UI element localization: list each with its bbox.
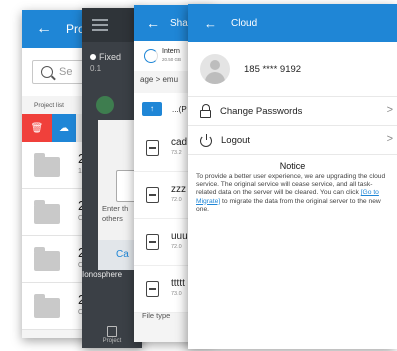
notice-title: Notice [279, 161, 306, 171]
file-sub: 72.0 [171, 244, 182, 250]
dialog-text-line1: Enter th [102, 204, 129, 213]
file-icon [146, 187, 159, 203]
chevron-right-icon: > [386, 133, 393, 145]
file-name: ttttt [171, 278, 185, 289]
logout-item[interactable]: Logout > [188, 126, 397, 155]
power-icon [200, 133, 213, 147]
gnss-icon [96, 96, 114, 114]
folder-icon [34, 294, 60, 318]
storage-name: Intern [162, 48, 180, 55]
notice-text: To provide a better user experience, we … [196, 173, 389, 214]
cloud-screen: ← Cloud 185 **** 9192 Change Passwords >… [188, 4, 397, 349]
change-passwords-label: Change Passwords [220, 105, 303, 117]
cloud-upload-icon: ☁ [59, 122, 69, 134]
bottom-nav-label: Project [102, 338, 122, 344]
cloud-title: Cloud [231, 17, 258, 29]
notice-text-part1: To provide a better user experience, we … [196, 173, 386, 197]
notice-text-part2: to migrate the data from the original se… [196, 197, 381, 213]
status-dot-icon [90, 54, 96, 60]
parent-folder-label: ...(P [172, 104, 187, 114]
bottom-nav-project[interactable]: Project [82, 326, 142, 348]
ionosphere-label: Ionosphere [82, 270, 123, 279]
file-icon [146, 234, 159, 250]
storage-usage-icon [144, 49, 158, 63]
file-name: cad [171, 137, 188, 148]
fix-value: 0.1 [90, 64, 102, 73]
project-icon [107, 326, 117, 337]
folder-icon [34, 153, 60, 177]
cloud-header: ← Cloud [188, 4, 397, 42]
fix-status: Fixed [82, 42, 142, 62]
delete-button[interactable]: 🗑 [22, 114, 52, 142]
storage-sub: 20.50 GB [162, 57, 182, 62]
file-name: uuu [171, 231, 188, 242]
folder-up-icon: ↑ [142, 102, 162, 116]
dialog-text: Enter th others [102, 204, 128, 224]
fix-status-label: Fixed [99, 52, 122, 62]
user-info: 185 **** 9192 [188, 42, 397, 97]
back-arrow-icon[interactable]: ← [36, 20, 60, 38]
search-placeholder: Se [59, 66, 73, 78]
folder-icon [34, 200, 60, 224]
file-sub: 73.2 [171, 150, 182, 156]
dialog-text-line2: others [102, 214, 123, 223]
file-type-label[interactable]: File type [142, 311, 170, 320]
file-sub: 72.0 [171, 197, 182, 203]
back-arrow-icon[interactable]: ← [146, 15, 160, 31]
menu-header [82, 8, 142, 42]
screen: ← Pro Se Project list 🗑 ☁ Co 21 2C 2C [0, 0, 397, 351]
file-name: zzz [171, 184, 186, 195]
folder-icon [34, 247, 60, 271]
side-menu-screen: Fixed 0.1 Enter th others Ca Ionosphere P… [82, 8, 142, 348]
trash-icon: 🗑 [30, 122, 44, 134]
file-sub: 73.0 [171, 291, 182, 297]
phone-number: 185 **** 9192 [244, 63, 302, 75]
share-title: Sha [170, 17, 188, 29]
chevron-right-icon: > [386, 104, 393, 116]
logout-label: Logout [221, 134, 251, 146]
search-icon [41, 66, 53, 78]
back-arrow-icon[interactable]: ← [204, 16, 217, 31]
avatar [200, 54, 230, 84]
lock-icon [200, 104, 212, 118]
file-icon [146, 140, 159, 156]
change-passwords-item[interactable]: Change Passwords > [188, 97, 397, 126]
notice-section: Notice To provide a better user experien… [188, 155, 397, 214]
file-icon [146, 281, 159, 297]
hamburger-icon[interactable] [92, 16, 108, 34]
upload-button[interactable]: ☁ [52, 114, 76, 142]
